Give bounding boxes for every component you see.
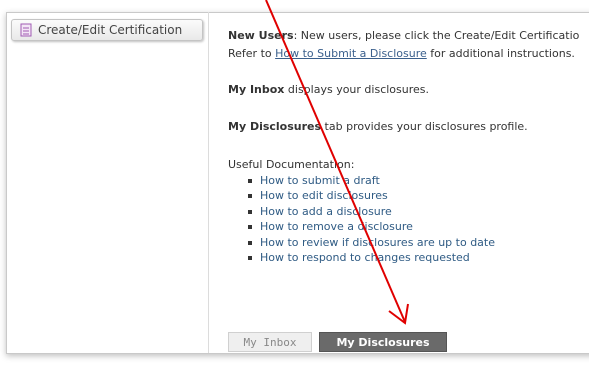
doc-link[interactable]: How to respond to changes requested xyxy=(260,251,470,264)
inbox-text: displays your disclosures. xyxy=(284,83,430,96)
inbox-bold: My Inbox xyxy=(228,83,285,96)
create-edit-label: Create/Edit Certification xyxy=(38,23,183,37)
useful-docs-label: Useful Documentation: xyxy=(228,158,355,171)
list-item[interactable]: How to submit a draft xyxy=(247,173,495,188)
doc-link[interactable]: How to review if disclosures are up to d… xyxy=(260,236,495,249)
disclosures-text: tab provides your disclosures profile. xyxy=(321,120,528,133)
left-pane xyxy=(6,12,209,353)
list-item[interactable]: How to remove a disclosure xyxy=(247,219,495,234)
create-edit-certification-button[interactable]: Create/Edit Certification xyxy=(11,19,203,41)
document-icon xyxy=(20,23,32,37)
list-item[interactable]: How to edit disclosures xyxy=(247,188,495,203)
inbox-description: My Inbox displays your disclosures. xyxy=(228,82,429,98)
new-users-text: : New users, please click the Create/Edi… xyxy=(293,29,580,42)
refer-line: Refer to How to Submit a Disclosure for … xyxy=(228,46,575,62)
documentation-list: How to submit a draft How to edit disclo… xyxy=(247,173,495,265)
doc-link[interactable]: How to edit disclosures xyxy=(260,189,388,202)
doc-link[interactable]: How to remove a disclosure xyxy=(260,220,413,233)
doc-link[interactable]: How to submit a draft xyxy=(260,174,380,187)
how-to-submit-link[interactable]: How to Submit a Disclosure xyxy=(275,47,427,60)
refer-suffix: for additional instructions. xyxy=(426,47,575,60)
tab-my-inbox[interactable]: My Inbox xyxy=(228,332,312,352)
doc-link[interactable]: How to add a disclosure xyxy=(260,205,392,218)
list-item[interactable]: How to respond to changes requested xyxy=(247,250,495,265)
new-users-bold: New Users xyxy=(228,29,294,42)
disclosures-bold: My Disclosures xyxy=(228,120,322,133)
refer-prefix: Refer to xyxy=(228,47,276,60)
list-item[interactable]: How to review if disclosures are up to d… xyxy=(247,235,495,250)
new-users-line: New Users: New users, please click the C… xyxy=(228,28,579,44)
tab-my-disclosures[interactable]: My Disclosures xyxy=(319,332,447,352)
disclosures-description: My Disclosures tab provides your disclos… xyxy=(228,119,528,135)
list-item[interactable]: How to add a disclosure xyxy=(247,204,495,219)
